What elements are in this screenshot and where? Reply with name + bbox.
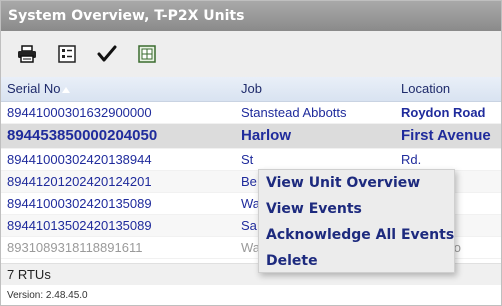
- sort-ascending-icon: [62, 86, 71, 93]
- export-button[interactable]: [135, 42, 159, 66]
- cell-serial: 894453850000204050: [7, 127, 158, 144]
- acknowledge-button[interactable]: [95, 42, 119, 66]
- cell-location: Roydon Road: [401, 105, 486, 120]
- menu-item-acknowledge-all-events[interactable]: Acknowledge All Events: [259, 222, 454, 248]
- table-row[interactable]: 89441000302420138944 St Rd.: [1, 149, 501, 171]
- details-icon: [58, 45, 76, 63]
- menu-item-view-unit-overview[interactable]: View Unit Overview: [259, 170, 454, 196]
- version-label: Version: 2.48.45.0: [7, 290, 88, 301]
- cell-job: Stanstead Abbotts: [241, 105, 347, 120]
- print-button[interactable]: [15, 42, 39, 66]
- details-button[interactable]: [55, 42, 79, 66]
- table-row-selected[interactable]: 894453850000204050 Harlow First Avenue: [1, 124, 501, 149]
- cell-location: Rd.: [401, 152, 422, 167]
- toolbar: [1, 31, 501, 77]
- cell-serial: 89441000302420135089: [7, 196, 152, 211]
- cell-job: St: [241, 152, 254, 167]
- menu-item-delete[interactable]: Delete: [259, 248, 454, 274]
- printer-icon: [18, 45, 36, 63]
- column-header-serial-label: Serial No: [7, 81, 61, 96]
- table-row[interactable]: 89441000301632900000 Stanstead Abbotts R…: [1, 102, 501, 124]
- column-header-location[interactable]: Location: [401, 77, 501, 101]
- checkmark-icon: [97, 45, 117, 62]
- cell-location: First Avenue: [401, 127, 491, 144]
- export-icon: [138, 45, 156, 63]
- cell-serial: 8931089318118891611: [7, 240, 143, 255]
- panel-title: System Overview, T-P2X Units: [1, 1, 501, 31]
- menu-item-view-events[interactable]: View Events: [259, 196, 454, 222]
- system-overview-panel: System Overview, T-P2X Units Serial No J…: [0, 0, 502, 306]
- cell-job: Harlow: [241, 127, 292, 144]
- cell-serial: 89441000302420138944: [7, 152, 152, 167]
- cell-serial: 89441201202420124201: [7, 174, 152, 189]
- column-header-job[interactable]: Job: [241, 77, 391, 101]
- table-header: Serial No Job Location: [1, 77, 501, 102]
- cell-serial: 89441013502420135089: [7, 218, 152, 233]
- column-header-serial[interactable]: Serial No: [7, 77, 227, 101]
- cell-serial: 89441000301632900000: [7, 105, 152, 120]
- row-context-menu: View Unit Overview View Events Acknowled…: [258, 169, 455, 273]
